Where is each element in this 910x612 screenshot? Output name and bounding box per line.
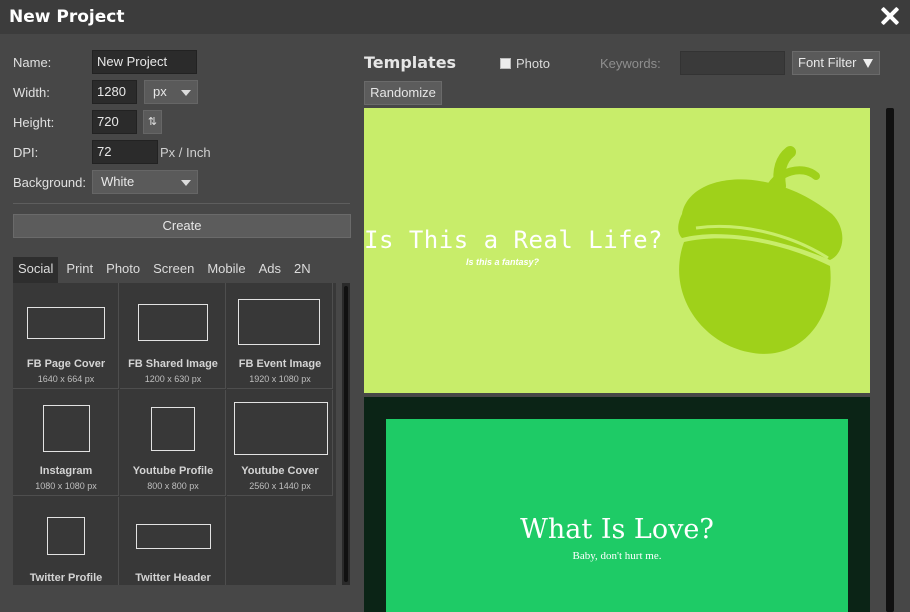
title-bar: New Project bbox=[0, 0, 910, 34]
preset-size: 1640 x 664 px bbox=[37, 374, 95, 384]
tab-social[interactable]: Social bbox=[13, 257, 59, 283]
tab-print[interactable]: Print bbox=[61, 257, 98, 283]
preset-size: 2560 x 1440 px bbox=[249, 481, 311, 491]
tab-2n[interactable]: 2N bbox=[289, 257, 316, 283]
preset-card[interactable]: Instagram 1080 x 1080 px bbox=[13, 390, 119, 496]
dpi-input[interactable]: 72 bbox=[92, 140, 158, 164]
preset-size: 800 x 800 px bbox=[147, 481, 199, 491]
template-inner-panel: What Is Love? Baby, don't hurt me. bbox=[386, 419, 848, 612]
photo-checkbox[interactable] bbox=[500, 58, 511, 69]
create-button[interactable]: Create bbox=[13, 214, 351, 238]
preset-name: FB Page Cover bbox=[26, 358, 106, 370]
preset-shape bbox=[138, 304, 208, 341]
tab-ads[interactable]: Ads bbox=[254, 257, 286, 283]
photo-checkbox-label: Photo bbox=[516, 56, 550, 71]
preset-size: 1920 x 1080 px bbox=[249, 374, 311, 384]
keywords-label: Keywords: bbox=[600, 56, 661, 71]
preset-scrollbar-thumb[interactable] bbox=[344, 286, 348, 582]
tab-photo[interactable]: Photo bbox=[101, 257, 145, 283]
preset-shape bbox=[151, 407, 195, 451]
unit-select-value: px bbox=[153, 84, 167, 99]
preset-card[interactable]: Youtube Profile 800 x 800 px bbox=[120, 390, 226, 496]
width-label: Width: bbox=[13, 85, 50, 100]
preset-shape bbox=[27, 307, 105, 339]
preset-shape bbox=[136, 524, 211, 549]
name-label: Name: bbox=[13, 55, 52, 70]
preset-name: FB Shared Image bbox=[128, 358, 218, 370]
background-select-value: White bbox=[101, 174, 135, 189]
template-card[interactable]: Is This a Real Life? Is this a fantasy? bbox=[364, 108, 870, 393]
dialog-title: New Project bbox=[9, 7, 125, 27]
template-card[interactable]: What Is Love? Baby, don't hurt me. bbox=[364, 397, 870, 612]
template-heading: Is This a Real Life? bbox=[364, 226, 663, 254]
preset-name: Youtube Profile bbox=[132, 465, 214, 477]
font-filter-label: Font Filter bbox=[798, 55, 857, 70]
chevron-down-icon bbox=[181, 180, 191, 186]
preset-card[interactable]: Twitter Profile bbox=[13, 497, 119, 585]
template-subheading: Is this a fantasy? bbox=[466, 257, 540, 267]
font-filter-button[interactable]: Font Filter bbox=[792, 51, 880, 75]
dpi-unit-label: Px / Inch bbox=[160, 145, 211, 160]
preset-tabs: Social Print Photo Screen Mobile Ads 2N bbox=[13, 257, 353, 283]
chevron-down-icon bbox=[181, 90, 191, 96]
dpi-label: DPI: bbox=[13, 145, 39, 160]
template-subheading: Baby, don't hurt me. bbox=[572, 550, 662, 562]
preset-name: Twitter Header bbox=[135, 572, 211, 584]
preset-shape bbox=[234, 402, 328, 455]
preset-grid: FB Page Cover 1640 x 664 px FB Shared Im… bbox=[13, 283, 336, 585]
close-icon[interactable] bbox=[878, 4, 902, 28]
template-heading: What Is Love? bbox=[520, 514, 714, 545]
preset-card[interactable]: Twitter Header bbox=[120, 497, 226, 585]
preset-card[interactable]: Youtube Cover 2560 x 1440 px bbox=[227, 390, 333, 496]
templates-scrollbar[interactable] bbox=[886, 108, 894, 612]
preset-name: Instagram bbox=[39, 465, 93, 477]
background-select[interactable]: White bbox=[92, 170, 198, 194]
preset-size: 1200 x 630 px bbox=[144, 374, 202, 384]
width-input[interactable]: 1280 bbox=[92, 80, 137, 104]
tab-screen[interactable]: Screen bbox=[148, 257, 199, 283]
tab-mobile[interactable]: Mobile bbox=[202, 257, 250, 283]
preset-name: Youtube Cover bbox=[241, 465, 319, 477]
keywords-input[interactable] bbox=[680, 51, 785, 75]
divider bbox=[13, 203, 350, 204]
triangle-down-icon bbox=[863, 59, 873, 68]
preset-shape bbox=[43, 405, 90, 452]
preset-shape bbox=[238, 299, 320, 345]
templates-title: Templates bbox=[364, 53, 457, 72]
preset-name: Twitter Profile bbox=[29, 572, 103, 584]
preset-shape bbox=[47, 517, 85, 555]
unit-select[interactable]: px bbox=[144, 80, 198, 104]
height-input[interactable]: 720 bbox=[92, 110, 137, 134]
project-name-input[interactable]: New Project bbox=[92, 50, 197, 74]
preset-card[interactable]: FB Shared Image 1200 x 630 px bbox=[120, 283, 226, 389]
preset-card[interactable]: FB Page Cover 1640 x 664 px bbox=[13, 283, 119, 389]
acorn-icon bbox=[678, 146, 843, 354]
swap-dimensions-icon[interactable]: ⇅ bbox=[143, 110, 162, 134]
height-label: Height: bbox=[13, 115, 55, 130]
preset-card[interactable]: FB Event Image 1920 x 1080 px bbox=[227, 283, 333, 389]
randomize-button[interactable]: Randomize bbox=[364, 81, 442, 105]
preset-name: FB Event Image bbox=[238, 358, 322, 370]
background-label: Background: bbox=[13, 175, 86, 190]
preset-size: 1080 x 1080 px bbox=[35, 481, 97, 491]
